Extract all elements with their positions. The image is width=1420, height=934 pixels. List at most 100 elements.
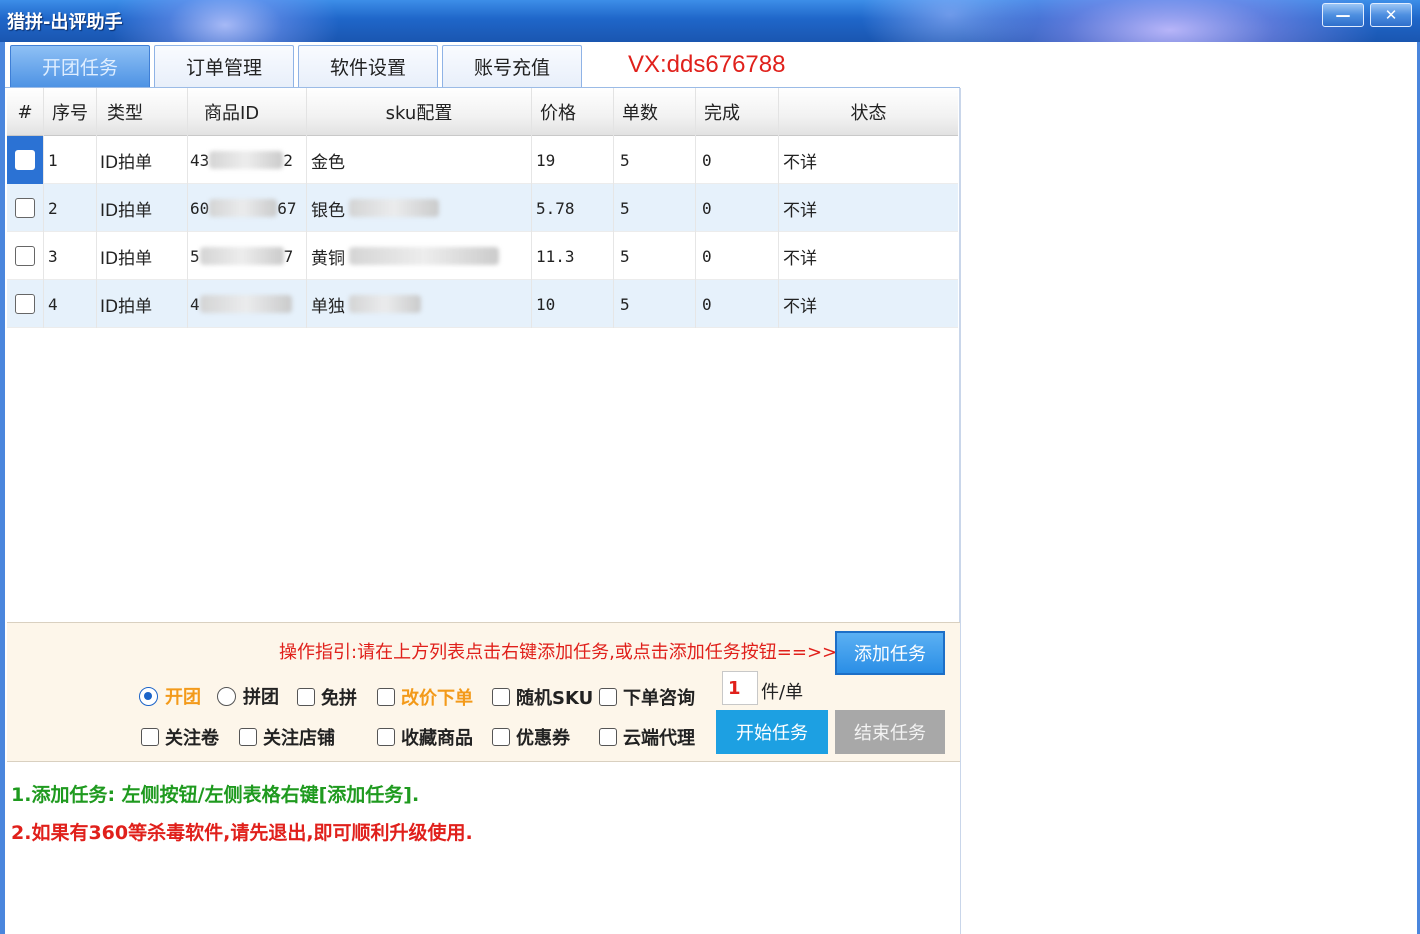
check-coupon[interactable]: 优惠券 — [492, 724, 570, 750]
add-task-button[interactable]: 添加任务 — [835, 631, 945, 675]
operation-guide: 操作指引:请在上方列表点击右键添加任务,或点击添加任务按钮==>> — [279, 642, 838, 663]
checkbox-label: 随机SKU — [516, 688, 594, 709]
header-done: 完成 — [696, 88, 779, 136]
right-panel — [960, 88, 1417, 934]
row-checkbox-cell[interactable] — [7, 280, 44, 328]
header-seq: 序号 — [44, 88, 97, 136]
message-line: 2.如果有360等杀毒软件,请先退出,即可顺利升级使用. — [11, 822, 473, 844]
close-button[interactable]: ✕ — [1370, 3, 1412, 27]
redacted-blur — [349, 295, 421, 313]
check-follow-coupon[interactable]: 关注卷 — [141, 724, 219, 750]
title-decoration — [960, 0, 1380, 42]
row-checkbox-cell[interactable] — [7, 136, 44, 184]
window-frame: 开团任务 订单管理 软件设置 账号充值 VX:dds676788 # 序号 类型… — [0, 42, 1420, 934]
cell-seq: 1 — [44, 136, 97, 184]
redacted-blur — [209, 199, 278, 217]
product-id-suffix: 67 — [277, 198, 297, 218]
row-checkbox-cell[interactable] — [7, 184, 44, 232]
table-row[interactable]: 2 ID拍单 60 67 银色 5.78 5 0 不详 — [7, 184, 958, 232]
check-free-pin[interactable]: 免拼 — [297, 684, 357, 710]
cell-done: 0 — [696, 136, 779, 184]
tab-order-management[interactable]: 订单管理 — [154, 45, 294, 87]
cell-status: 不详 — [783, 296, 817, 317]
tab-software-settings[interactable]: 软件设置 — [298, 45, 438, 87]
header-type: 类型 — [97, 88, 188, 136]
product-id-suffix: 2 — [283, 150, 293, 170]
radio-label: 拼团 — [243, 687, 279, 708]
checkbox-label: 关注卷 — [165, 728, 219, 749]
cell-status: 不详 — [783, 248, 817, 269]
cell-seq: 4 — [44, 280, 97, 328]
radio-group-open[interactable]: 开团 — [139, 683, 201, 709]
checkbox-icon[interactable] — [239, 728, 257, 746]
quantity-input[interactable]: 1 — [722, 671, 758, 705]
title-bar[interactable]: 猎拼-出评助手 — ✕ — [0, 0, 1420, 42]
checkbox-icon[interactable] — [377, 728, 395, 746]
cell-price: 10 — [532, 280, 614, 328]
check-follow-store[interactable]: 关注店铺 — [239, 724, 335, 750]
row-checkbox[interactable] — [15, 294, 35, 314]
contact-text: VX:dds676788 — [628, 51, 786, 78]
task-table[interactable]: # 序号 类型 商品ID sku配置 价格 单数 完成 状态 1 ID拍单 43… — [7, 88, 960, 664]
checkbox-icon[interactable] — [599, 728, 617, 746]
tab-group-task[interactable]: 开团任务 — [10, 45, 150, 87]
check-cloud-proxy[interactable]: 云端代理 — [599, 724, 695, 750]
header-product-id: 商品ID — [188, 88, 307, 136]
table-row[interactable]: 3 ID拍单 57 黄铜 11.3 5 0 不详 — [7, 232, 958, 280]
product-id-prefix: 60 — [190, 198, 210, 218]
cell-done: 0 — [696, 184, 779, 232]
cell-product-id: 43 2 — [188, 136, 307, 184]
radio-label: 开团 — [165, 687, 201, 708]
header-status: 状态 — [850, 103, 887, 124]
cell-count: 5 — [614, 232, 696, 280]
checkbox-icon[interactable] — [297, 688, 315, 706]
product-id-prefix: 43 — [190, 150, 210, 170]
check-favorite-product[interactable]: 收藏商品 — [377, 724, 473, 750]
product-id-suffix: 7 — [283, 246, 294, 266]
minimize-button[interactable]: — — [1322, 3, 1364, 27]
table-row[interactable]: 1 ID拍单 43 2 金色 19 5 0 不详 — [7, 136, 958, 184]
cell-sku: 黄铜 — [307, 232, 532, 280]
cell-status: 不详 — [783, 152, 817, 173]
redacted-blur — [199, 247, 284, 265]
stop-task-button[interactable]: 结束任务 — [835, 710, 945, 754]
checkbox-label: 优惠券 — [516, 728, 570, 749]
checkbox-icon[interactable] — [599, 688, 617, 706]
check-order-inquiry[interactable]: 下单咨询 — [599, 684, 695, 710]
window-title: 猎拼-出评助手 — [7, 12, 123, 33]
radio-icon[interactable] — [139, 686, 158, 706]
row-checkbox-cell[interactable] — [7, 232, 44, 280]
row-checkbox[interactable] — [15, 198, 35, 218]
table-row[interactable]: 4 ID拍单 4 单独 10 5 0 不详 — [7, 280, 958, 328]
cell-price: 19 — [532, 136, 614, 184]
cell-seq: 2 — [44, 184, 97, 232]
check-price-change[interactable]: 改价下单 — [377, 684, 473, 710]
radio-group-join[interactable]: 拼团 — [217, 683, 279, 709]
message-area: 1.添加任务: 左侧按钮/左侧表格右键[添加任务]. 2.如果有360等杀毒软件… — [7, 763, 960, 934]
header-price: 价格 — [532, 88, 614, 136]
checkbox-icon[interactable] — [377, 688, 395, 706]
cell-count: 5 — [614, 184, 696, 232]
check-random-sku[interactable]: 随机SKU — [492, 684, 593, 710]
cell-price: 11.3 — [532, 232, 614, 280]
header-sku: sku配置 — [307, 88, 532, 136]
checkbox-icon[interactable] — [492, 728, 510, 746]
radio-icon[interactable] — [217, 686, 236, 706]
checkbox-icon[interactable] — [141, 728, 159, 746]
checkbox-icon[interactable] — [492, 688, 510, 706]
start-task-button[interactable]: 开始任务 — [716, 710, 828, 754]
cell-count: 5 — [614, 136, 696, 184]
window-content: 开团任务 订单管理 软件设置 账号充值 VX:dds676788 # 序号 类型… — [5, 42, 1417, 934]
cell-product-id: 60 67 — [188, 184, 307, 232]
tab-account-recharge[interactable]: 账号充值 — [442, 45, 582, 87]
redacted-blur — [349, 199, 439, 217]
redacted-blur — [349, 247, 499, 265]
row-checkbox[interactable] — [15, 150, 35, 170]
cell-status: 不详 — [783, 200, 817, 221]
cell-price: 5.78 — [532, 184, 614, 232]
title-decoration — [110, 0, 340, 42]
row-checkbox[interactable] — [15, 246, 35, 266]
close-icon: ✕ — [1384, 6, 1398, 24]
cell-sku: 单独 — [307, 280, 532, 328]
header-count: 单数 — [614, 88, 696, 136]
